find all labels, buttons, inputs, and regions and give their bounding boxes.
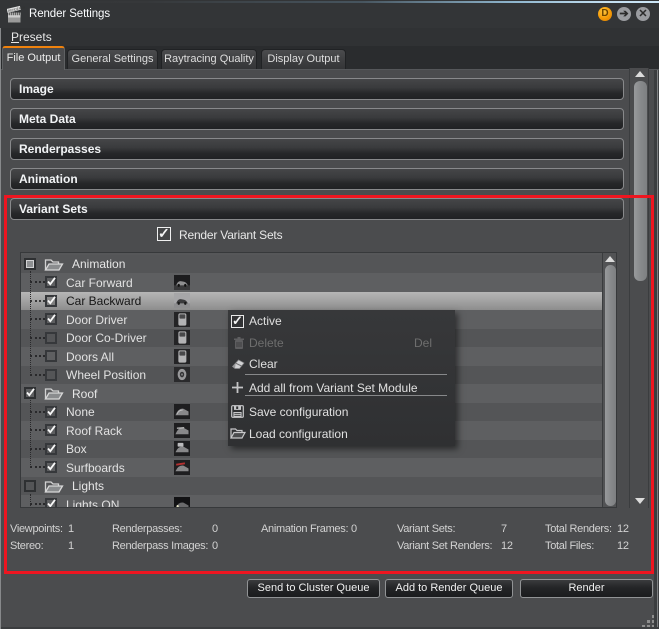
svg-text:RENDERING: RENDERING bbox=[8, 5, 25, 13]
